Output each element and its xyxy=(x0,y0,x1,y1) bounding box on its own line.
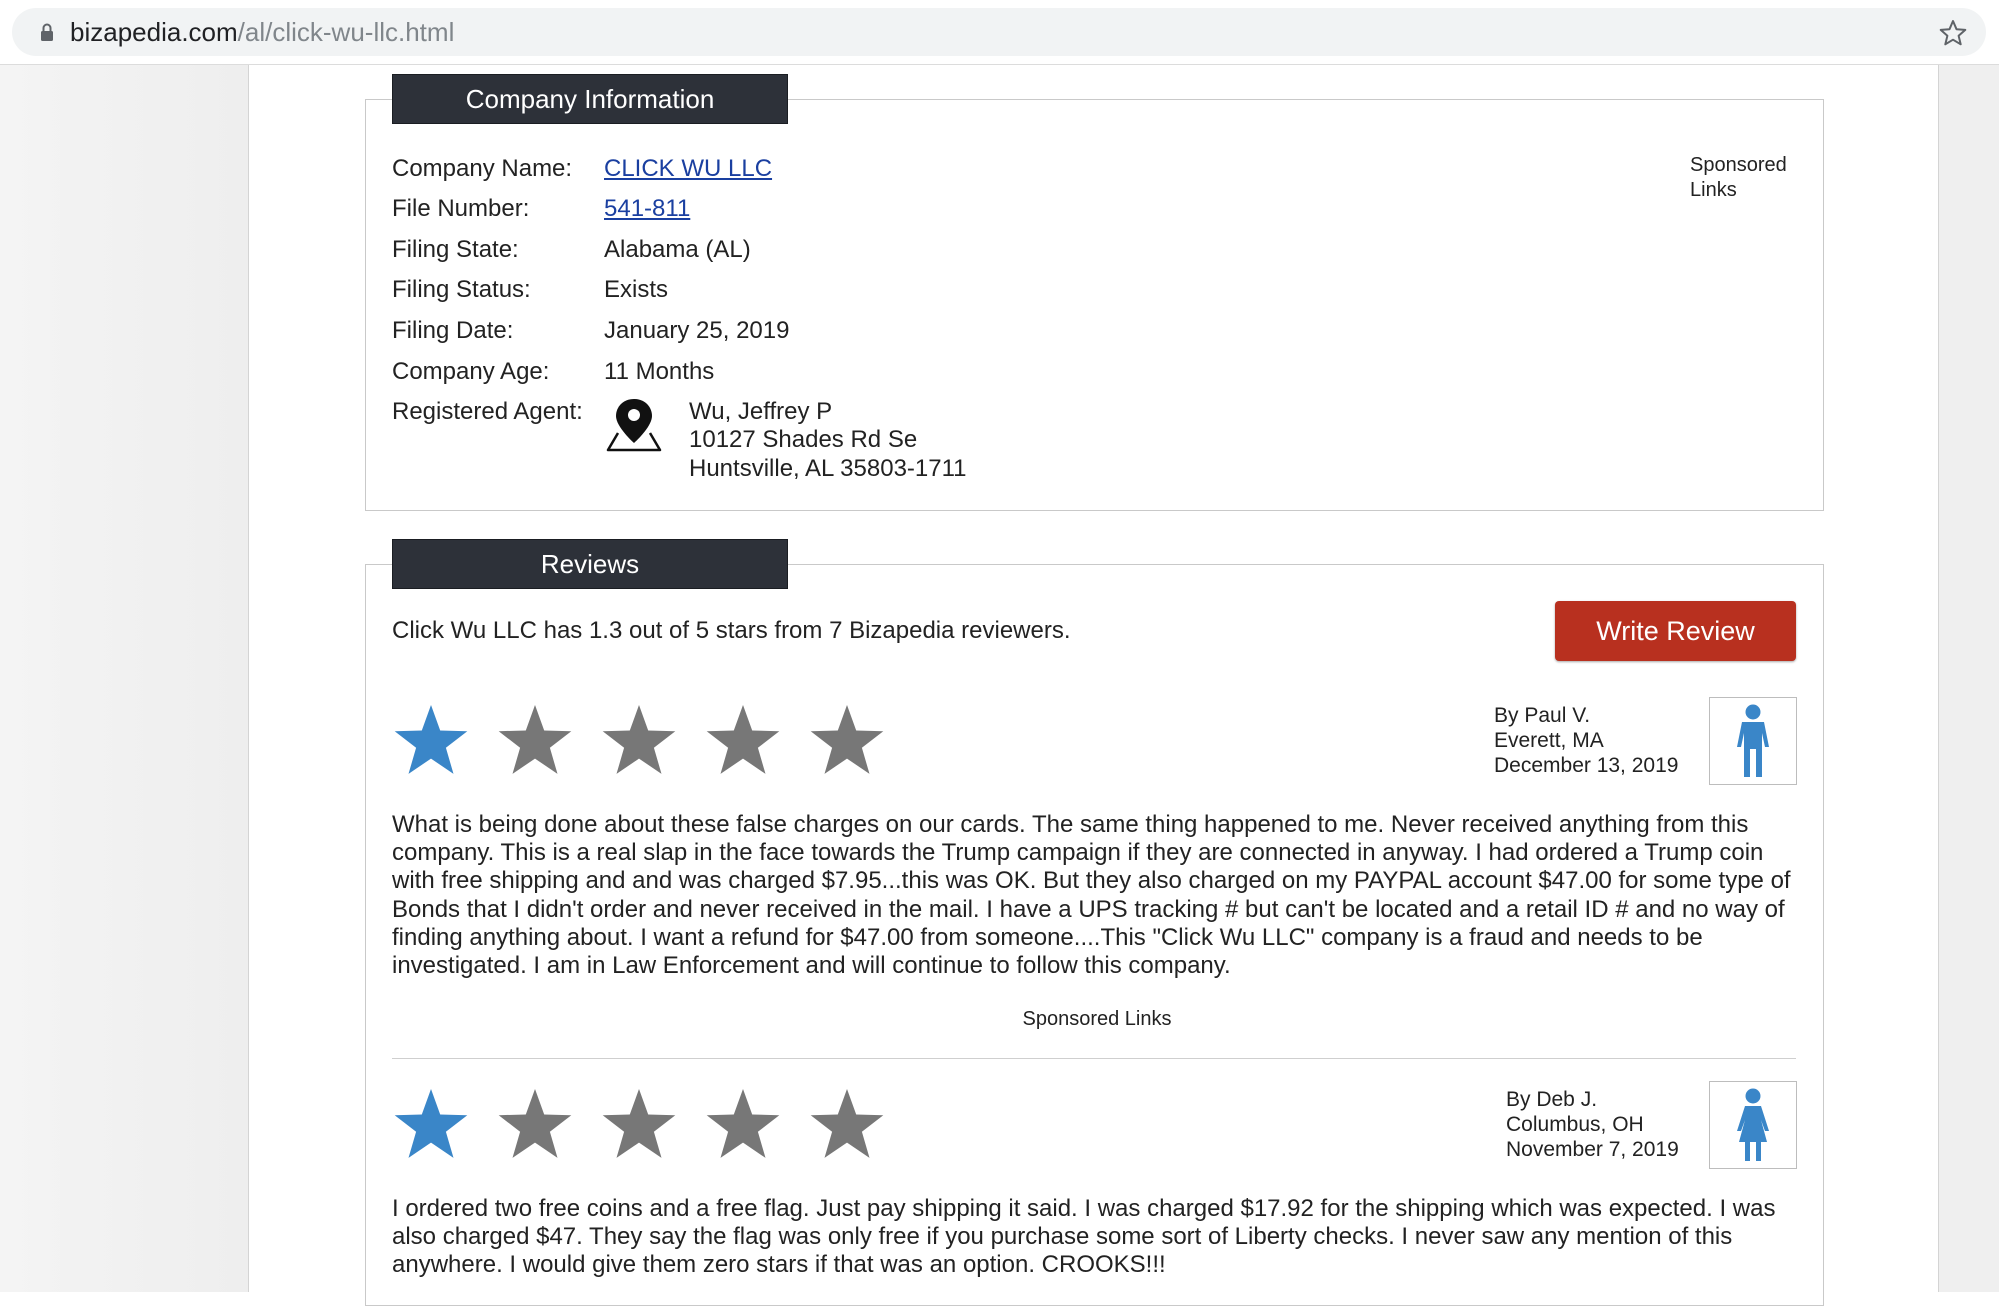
star-rating xyxy=(392,1086,892,1164)
star-empty-icon xyxy=(498,1089,572,1158)
review-divider xyxy=(392,1058,1796,1059)
star-empty-icon xyxy=(810,1089,884,1158)
star-empty-icon xyxy=(706,705,780,774)
filing-date-label: Filing Date: xyxy=(392,317,514,344)
links-word: Links xyxy=(1690,179,1737,201)
review-author: By Paul V. xyxy=(1494,704,1591,727)
write-review-button[interactable]: Write Review xyxy=(1555,601,1796,661)
company-age-value: 11 Months xyxy=(604,358,715,385)
bookmark-star-icon[interactable] xyxy=(1938,18,1968,48)
review-byline: By Paul V. Everett, MA December 13, 2019 xyxy=(1494,703,1678,778)
left-page-gutter xyxy=(0,65,249,1292)
star-filled-icon xyxy=(394,1089,468,1158)
reviewer-avatar xyxy=(1709,697,1797,785)
address-bar[interactable]: bizapedia.com/al/click-wu-llc.html xyxy=(12,8,1986,56)
female-avatar-icon xyxy=(1737,1088,1769,1161)
url-path: /al/click-wu-llc.html xyxy=(237,17,455,47)
star-empty-icon xyxy=(602,1089,676,1158)
lock-icon[interactable] xyxy=(36,21,58,43)
sponsored-links-label: Sponsored Links xyxy=(1690,153,1787,203)
url-text[interactable]: bizapedia.com/al/click-wu-llc.html xyxy=(70,18,454,46)
agent-name: Wu, Jeffrey P xyxy=(689,398,833,425)
company-name-value: CLICK WU LLC xyxy=(604,155,772,183)
sponsored-links-label: Sponsored Links xyxy=(1022,1008,1172,1030)
star-empty-icon xyxy=(706,1089,780,1158)
star-rating xyxy=(392,702,892,780)
male-avatar-icon xyxy=(1737,704,1769,777)
browser-toolbar: bizapedia.com/al/click-wu-llc.html xyxy=(0,0,1999,65)
filing-state-label: Filing State: xyxy=(392,236,519,263)
review-author: By Deb J. xyxy=(1506,1088,1598,1111)
registered-agent-label: Registered Agent: xyxy=(392,398,583,425)
filing-state-value: Alabama (AL) xyxy=(604,236,751,263)
filing-status-label: Filing Status: xyxy=(392,276,531,303)
review-date: November 7, 2019 xyxy=(1506,1138,1679,1161)
review-location: Columbus, OH xyxy=(1506,1113,1644,1136)
reviewer-avatar xyxy=(1709,1081,1797,1169)
company-name-label: Company Name: xyxy=(392,155,573,182)
star-filled-icon xyxy=(394,705,468,774)
right-scrollbar-gutter[interactable] xyxy=(1938,65,1999,1292)
review-text: What is being done about these false cha… xyxy=(392,811,1791,980)
review-text: I ordered two free coins and a free flag… xyxy=(392,1195,1776,1279)
filing-status-value: Exists xyxy=(604,276,669,303)
file-number-link[interactable]: 541-811 xyxy=(604,195,690,222)
company-information-header: Company Information xyxy=(392,74,788,124)
review-byline: By Deb J. Columbus, OH November 7, 2019 xyxy=(1506,1087,1679,1162)
star-empty-icon xyxy=(498,705,572,774)
rating-summary: Click Wu LLC has 1.3 out of 5 stars from… xyxy=(392,617,1071,644)
map-pin-icon[interactable] xyxy=(604,397,664,453)
sponsored-word: Sponsored xyxy=(1690,154,1787,176)
company-name-link[interactable]: CLICK WU LLC xyxy=(604,155,772,182)
agent-city: Huntsville, AL 35803-1711 xyxy=(689,455,967,482)
reviews-header: Reviews xyxy=(392,539,788,589)
star-empty-icon xyxy=(810,705,884,774)
star-empty-icon xyxy=(602,705,676,774)
file-number-label: File Number: xyxy=(392,195,530,222)
review-date: December 13, 2019 xyxy=(1494,754,1679,777)
filing-date-value: January 25, 2019 xyxy=(604,317,790,344)
agent-street: 10127 Shades Rd Se xyxy=(689,426,918,453)
review-location: Everett, MA xyxy=(1494,729,1604,752)
company-age-label: Company Age: xyxy=(392,358,550,385)
url-domain: bizapedia.com xyxy=(70,17,238,47)
file-number-value: 541-811 xyxy=(604,195,690,223)
company-information-panel xyxy=(365,99,1824,511)
